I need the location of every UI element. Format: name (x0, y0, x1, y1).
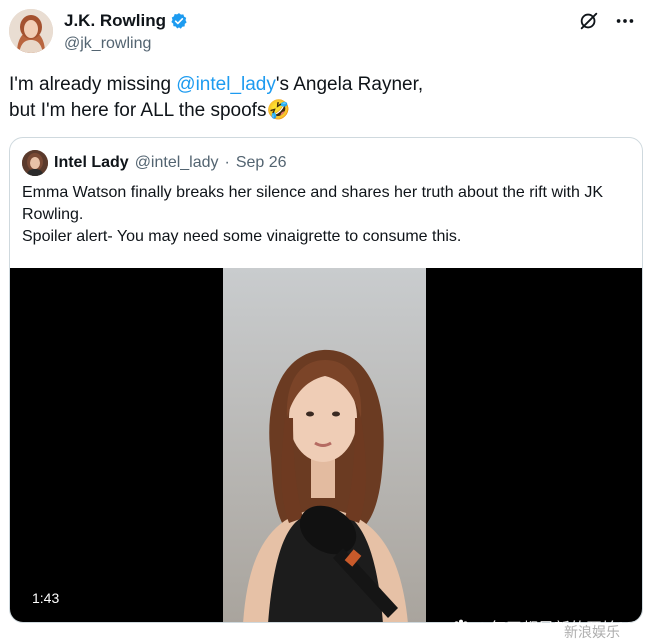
tweet-text-line2: but I'm here for ALL the spoofs🤣 (9, 100, 291, 121)
quoted-text-line2: Spoiler alert- You may need some vinaigr… (22, 228, 462, 245)
quoted-tweet[interactable]: Intel Lady @intel_lady · Sep 26 Emma Wat… (9, 137, 643, 623)
author-name-text[interactable]: J.K. Rowling (64, 11, 166, 31)
tweet-text: I'm already missing @intel_lady's Angela… (9, 72, 629, 124)
quoted-author-name[interactable]: Intel Lady (54, 154, 129, 172)
woman-portrait-avatar-icon (9, 9, 53, 53)
quoted-text-line1: Emma Watson finally breaks her silence a… (22, 184, 604, 223)
quoted-avatar-icon (22, 150, 48, 176)
secondary-watermark: 新浪娱乐 (564, 625, 620, 641)
tweet-text-suffix: 's Angela Rayner, (275, 74, 424, 95)
quoted-tweet-date[interactable]: Sep 26 (236, 154, 287, 172)
tweet-text-line1: I'm already missing @intel_lady's Angela… (9, 72, 629, 98)
author-name[interactable]: J.K. Rowling (64, 11, 188, 31)
quoted-author-handle[interactable]: @intel_lady (135, 154, 219, 172)
video-frame (223, 268, 426, 622)
tweet-card: J.K. Rowling @jk_rowling I'm already mis… (0, 0, 650, 643)
tweet-text-prefix: I'm already missing (9, 74, 177, 95)
paw-icon (454, 619, 468, 634)
verified-badge-icon (171, 13, 187, 29)
quoted-tweet-text: Emma Watson finally breaks her silence a… (22, 182, 632, 248)
top-actions (578, 10, 636, 32)
quoted-author-avatar[interactable] (22, 150, 48, 176)
grok-icon[interactable] (578, 10, 600, 32)
quoted-tweet-header: Intel Lady @intel_lady · Sep 26 (22, 150, 287, 176)
mention-link[interactable]: @intel_lady (176, 74, 276, 95)
video-duration: 1:43 (26, 588, 66, 608)
video-player[interactable]: 1:43 (10, 268, 642, 622)
author-handle[interactable]: @jk_rowling (64, 35, 151, 53)
author-avatar[interactable] (9, 9, 53, 53)
woman-with-microphone-image (223, 268, 426, 622)
more-options-icon[interactable] (614, 10, 636, 32)
separator-dot: · (224, 154, 230, 171)
